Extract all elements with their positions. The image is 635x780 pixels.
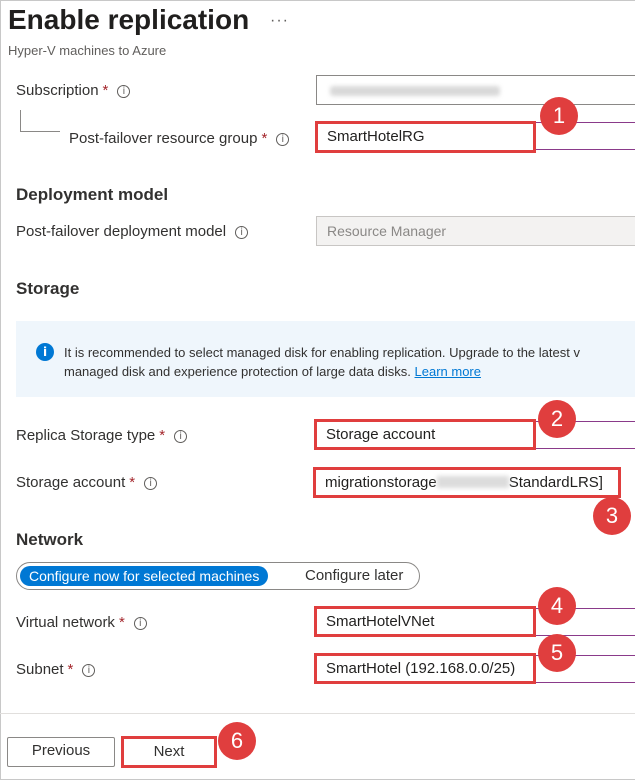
next-button[interactable]: Next: [121, 736, 217, 768]
virtual-network-label: Virtual network * i: [16, 614, 147, 631]
info-icon[interactable]: i: [82, 664, 96, 677]
required-marker: *: [118, 614, 125, 631]
subnet-label: Subnet * i: [16, 661, 96, 678]
callout-badge-3: 3: [593, 497, 631, 535]
info-icon[interactable]: i: [276, 133, 290, 146]
callout-badge-6: 6: [218, 722, 256, 760]
subnet-dropdown[interactable]: SmartHotel (192.168.0.0/25): [314, 653, 536, 684]
info-icon[interactable]: i: [117, 85, 131, 98]
section-network: Network: [16, 530, 84, 549]
info-banner: i It is recommended to select managed di…: [16, 321, 635, 397]
resource-group-label: Post-failover resource group * i: [69, 130, 290, 147]
deployment-model-dropdown: Resource Manager: [316, 216, 635, 246]
network-config-toggle[interactable]: Configure now for selected machines Conf…: [16, 562, 420, 590]
section-storage: Storage: [16, 279, 80, 298]
info-circle-icon: i: [36, 343, 54, 361]
tree-connector: [20, 110, 21, 132]
callout-badge-1: 1: [540, 97, 578, 135]
info-icon[interactable]: i: [235, 226, 249, 239]
required-marker: *: [67, 661, 74, 678]
required-marker: *: [159, 427, 166, 444]
required-marker: *: [102, 82, 109, 99]
learn-more-link[interactable]: Learn more: [415, 364, 481, 379]
callout-badge-5: 5: [538, 634, 576, 672]
virtual-network-dropdown[interactable]: SmartHotelVNet: [314, 606, 536, 637]
section-deployment-model: Deployment model: [16, 185, 169, 204]
more-options-icon[interactable]: ···: [270, 12, 289, 30]
deployment-model-label: Post-failover deployment model i: [16, 223, 249, 240]
callout-badge-2: 2: [538, 400, 576, 438]
option-configure-now[interactable]: Configure now for selected machines: [20, 566, 269, 586]
info-banner-text: It is recommended to select managed disk…: [64, 345, 580, 379]
footer-divider: [0, 713, 635, 714]
page-title: Enable replication: [8, 4, 250, 35]
info-icon[interactable]: i: [144, 477, 158, 490]
redacted-text: [436, 476, 509, 488]
resource-group-dropdown[interactable]: SmartHotelRG: [315, 121, 536, 153]
tree-connector: [20, 131, 60, 132]
page-subtitle: Hyper-V machines to Azure: [8, 43, 167, 58]
storage-account-label: Storage account * i: [16, 474, 158, 491]
option-configure-later[interactable]: Configure later: [305, 566, 403, 586]
storage-account-dropdown[interactable]: migrationstorage StandardLRS]: [313, 467, 621, 498]
required-marker: *: [129, 474, 136, 491]
replica-storage-label: Replica Storage type * i: [16, 427, 188, 444]
previous-button[interactable]: Previous: [7, 737, 115, 767]
callout-badge-4: 4: [538, 587, 576, 625]
replica-storage-dropdown[interactable]: Storage account: [314, 419, 536, 450]
info-icon[interactable]: i: [133, 617, 147, 630]
subscription-label: Subscription * i: [16, 82, 131, 99]
info-icon[interactable]: i: [174, 430, 188, 443]
required-marker: *: [261, 130, 268, 147]
subscription-value-redacted: [330, 86, 500, 96]
